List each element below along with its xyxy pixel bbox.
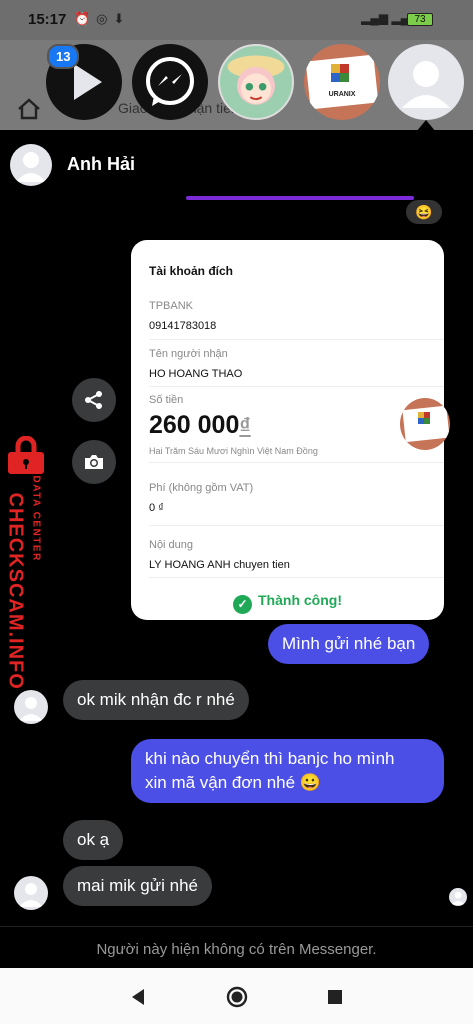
message-line: khi nào chuyển thì banjc ho mình (145, 749, 395, 768)
message-incoming[interactable]: ok mik nhận đc r nhé (63, 680, 249, 720)
user-avatar-icon (402, 61, 450, 108)
receipt-title: Tài khoản đích (149, 264, 234, 278)
message-incoming[interactable]: mai mik gửi nhé (63, 866, 212, 906)
lock-icon (8, 436, 44, 474)
message-outgoing[interactable]: khi nào chuyển thì banjc ho mình xin mã … (131, 739, 444, 803)
contact-avatar-small[interactable] (14, 690, 48, 724)
system-nav-bar (0, 968, 473, 1024)
receipt-recipient-name: HO HOANG THAO (149, 368, 243, 380)
receipt-account-number: 09141783018 (149, 320, 217, 332)
anime-avatar-image (227, 55, 285, 105)
receipt-amount-value: 260 000 (149, 411, 240, 439)
user-avatar-icon (19, 697, 43, 721)
watermark: DATA CENTER CHECKSCAM.INFO (0, 436, 56, 690)
receipt-currency: ₫ (239, 413, 251, 438)
check-circle-icon: ✓ (233, 595, 252, 614)
message-outgoing[interactable]: Mình gửi nhé bạn (268, 624, 430, 664)
transfer-receipt-image[interactable]: Tài khoản đích TPBANK 09141783018 Tên ng… (131, 240, 444, 620)
status-notification-icons: ⏰◎⬇ (74, 11, 131, 26)
unavailable-notice: Người này hiện không có trên Messenger. (0, 926, 473, 958)
contact-avatar-small[interactable] (14, 876, 48, 910)
battery-icon: 73 (407, 13, 433, 26)
share-icon (85, 391, 102, 409)
share-button[interactable] (72, 378, 116, 422)
chat-head-messenger[interactable] (132, 44, 208, 120)
receipt-fee-label: Phí (không gồm VAT) (149, 482, 254, 494)
receipt-recipient-field: Tên người nhận HO HOANG THAO (149, 348, 444, 380)
camera-icon (85, 455, 103, 469)
user-avatar-icon (451, 891, 465, 905)
chat-head-uranix[interactable]: URANIX (304, 44, 380, 120)
receipt-amount-words: Hai Trăm Sáu Mươi Nghìn Việt Nam Đồng (149, 446, 318, 456)
contact-avatar[interactable] (10, 144, 52, 186)
receipt-amount: 260 000₫ (149, 411, 251, 440)
receipt-recipient-label: Tên người nhận (149, 348, 228, 360)
receipt-content-value: LY HOANG ANH chuyen tien (149, 559, 290, 571)
unread-badge: 13 (47, 44, 80, 69)
receipt-divider (149, 386, 444, 387)
chat-panel: Anh Hải 😆 Tài khoản đích TPBANK 09141783… (0, 130, 473, 968)
seen-indicator-avatar (449, 888, 467, 906)
receipt-bank-field: TPBANK 09141783018 (149, 300, 444, 332)
uranix-logo: URANIX (305, 54, 379, 110)
message-reaction[interactable]: 😆 (406, 200, 442, 224)
message-line: xin mã vận đơn nhé 😀 (145, 773, 321, 792)
home-button-icon[interactable] (225, 985, 249, 1009)
user-avatar-icon (16, 152, 46, 182)
chat-head-anime-avatar[interactable] (218, 44, 294, 120)
recents-icon[interactable] (323, 985, 347, 1009)
receipt-content-label: Nội dung (149, 539, 194, 551)
contact-name[interactable]: Anh Hải (67, 154, 135, 175)
receipt-fee-field: Phí (không gồm VAT) 0 ₫ (149, 482, 444, 514)
home-icon (18, 98, 40, 120)
receipt-content-field: Nội dung LY HOANG ANH chuyen tien (149, 539, 444, 571)
receipt-divider (149, 525, 444, 526)
receipt-amount-field: Số tiền (149, 394, 444, 406)
status-time: 15:17 (28, 11, 67, 28)
receipt-bank: TPBANK (149, 300, 194, 312)
watermark-subtitle: DATA CENTER (30, 475, 42, 562)
receipt-amount-label: Số tiền (149, 394, 184, 406)
back-icon[interactable] (126, 985, 150, 1009)
uranix-logo (402, 405, 450, 443)
receipt-divider (149, 462, 444, 463)
uranix-logo-text: URANIX (329, 91, 356, 98)
receipt-divider (149, 339, 444, 340)
receipt-divider (149, 577, 444, 578)
user-avatar-icon (19, 883, 43, 907)
message-incoming[interactable]: ok ạ (63, 820, 124, 860)
messenger-icon (146, 57, 194, 106)
previous-message-edge (186, 196, 414, 200)
receipt-fee-value: 0 ₫ (149, 502, 164, 514)
mini-uranix-logo (400, 398, 450, 450)
receipt-status-text: Thành công! (258, 592, 342, 608)
receipt-status: ✓ Thành công! (131, 592, 444, 614)
camera-button[interactable] (72, 440, 116, 484)
chat-head-active-user[interactable] (388, 44, 464, 120)
status-bar: 15:17 ⏰◎⬇ ▂▄▆ ▂▄▆ ◔ 73 (0, 0, 473, 40)
watermark-title: CHECKSCAM.INFO (4, 492, 27, 690)
